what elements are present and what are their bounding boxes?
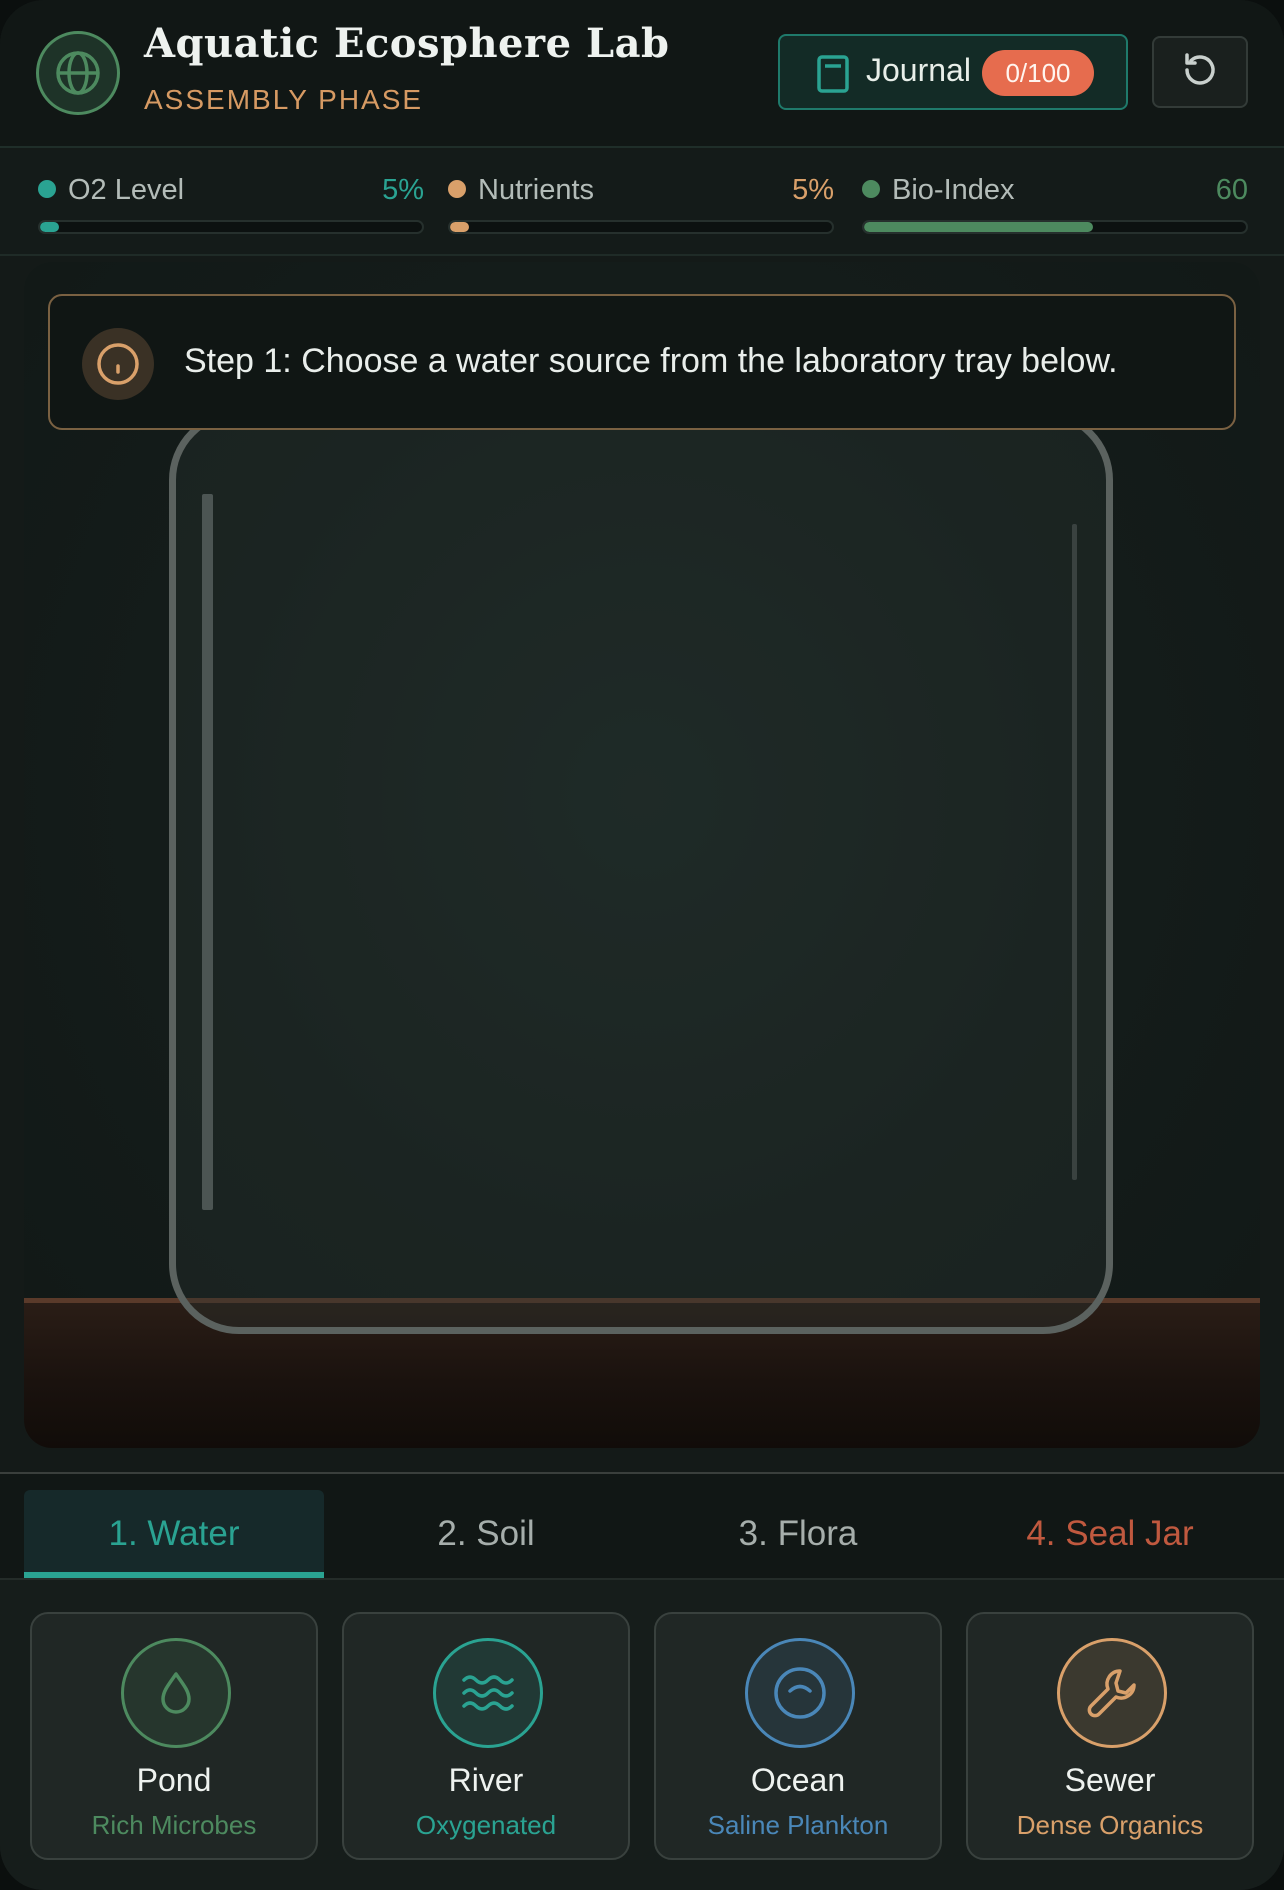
stat-value: 60: [1215, 174, 1248, 206]
card-name: River: [448, 1762, 524, 1798]
info-icon: [82, 328, 154, 400]
card-name: Pond: [136, 1762, 212, 1798]
card-desc: Rich Microbes: [91, 1810, 257, 1840]
stat-dot: [448, 180, 466, 198]
stat-o2: O2 Level 5%: [38, 174, 424, 234]
jar-glare-right: [1072, 524, 1077, 1180]
stat-track: [862, 220, 1248, 234]
waves-icon: [433, 1638, 543, 1748]
card-desc: Saline Plankton: [707, 1810, 889, 1840]
stat-dot: [38, 180, 56, 198]
water-card-river[interactable]: River Oxygenated: [342, 1612, 630, 1860]
stat-label: Bio-Index: [892, 174, 1015, 206]
tab-seal-jar[interactable]: 4. Seal Jar: [960, 1490, 1260, 1578]
stat-track: [448, 220, 834, 234]
droplet-icon: [121, 1638, 231, 1748]
tab-label: 1. Water: [108, 1514, 240, 1553]
card-name: Ocean: [750, 1762, 846, 1798]
jar-glare-left: [202, 494, 213, 1210]
ocean-icon: [745, 1638, 855, 1748]
tab-water[interactable]: 1. Water: [24, 1490, 324, 1578]
stat-dot: [862, 180, 880, 198]
tab-label: 3. Flora: [738, 1514, 858, 1553]
stat-bio-index: Bio-Index 60: [862, 174, 1248, 234]
jar-scene: [24, 262, 1260, 1448]
step-tabs: 1. Water 2. Soil 3. Flora 4. Seal Jar: [0, 1472, 1284, 1580]
journal-count-badge: 0/100: [982, 50, 1094, 96]
water-card-pond[interactable]: Pond Rich Microbes: [30, 1612, 318, 1860]
globe-icon: [36, 31, 120, 115]
stat-fill: [864, 222, 1094, 232]
journal-button[interactable]: Journal 0/100: [778, 34, 1128, 110]
phase-label: ASSEMBLY PHASE: [144, 84, 424, 115]
stat-label: Nutrients: [478, 174, 595, 206]
app-window: Aquatic Ecosphere Lab ASSEMBLY PHASE Jou…: [0, 0, 1284, 1890]
card-name: Sewer: [1064, 1762, 1156, 1798]
stat-fill: [450, 222, 470, 232]
tab-flora[interactable]: 3. Flora: [648, 1490, 948, 1578]
tab-label: 4. Seal Jar: [1026, 1514, 1194, 1553]
tab-soil[interactable]: 2. Soil: [336, 1490, 636, 1578]
water-card-ocean[interactable]: Ocean Saline Plankton: [654, 1612, 942, 1860]
card-desc: Dense Organics: [1016, 1810, 1204, 1840]
wrench-icon: [1057, 1638, 1167, 1748]
stat-label: O2 Level: [68, 174, 185, 206]
stat-nutrients: Nutrients 5%: [448, 174, 834, 234]
tab-label: 2. Soil: [437, 1514, 535, 1553]
journal-label: Journal: [866, 52, 971, 88]
app-title: Aquatic Ecosphere Lab: [144, 20, 670, 67]
book-icon: [816, 54, 850, 98]
rotate-ccw-icon: [1179, 49, 1221, 95]
stat-fill: [40, 222, 60, 232]
stat-value: 5%: [382, 174, 424, 206]
header: Aquatic Ecosphere Lab ASSEMBLY PHASE Jou…: [0, 0, 1284, 148]
stat-track: [38, 220, 424, 234]
water-card-sewer[interactable]: Sewer Dense Organics: [966, 1612, 1254, 1860]
glass-jar[interactable]: [169, 410, 1113, 1334]
active-tab-indicator: [24, 1572, 324, 1578]
instruction-banner: Step 1: Choose a water source from the l…: [48, 294, 1236, 430]
instruction-text: Step 1: Choose a water source from the l…: [184, 342, 1118, 380]
card-desc: Oxygenated: [415, 1810, 557, 1840]
reset-button[interactable]: [1152, 36, 1248, 108]
stats-bar: O2 Level 5% Nutrients 5% Bio-Index 60: [0, 150, 1284, 256]
laboratory-tray: Pond Rich Microbes River Oxygenated Ocea…: [0, 1580, 1284, 1890]
stat-value: 5%: [792, 174, 834, 206]
